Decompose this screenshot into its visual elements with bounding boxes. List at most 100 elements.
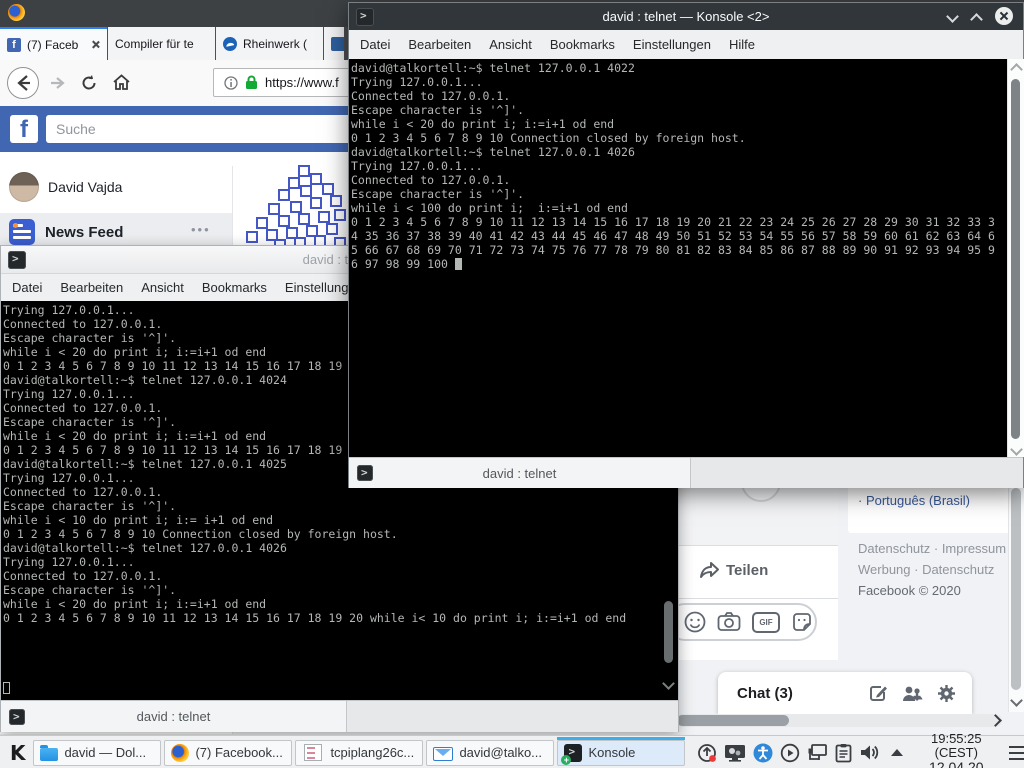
taskbar-task-document[interactable]: tcpiplang26c... (295, 740, 423, 766)
terminal-line: Connected to 127.0.0.1. (351, 173, 1007, 187)
chat-label: Chat (3) (737, 685, 869, 702)
tab-close-icon[interactable] (91, 40, 100, 49)
terminal-line: david@talkortell:~$ telnet 127.0.0.1 402… (351, 145, 1007, 159)
language-link[interactable]: · Português (Brasil) (858, 493, 970, 508)
terminal-line: Trying 127.0.0.1... (3, 555, 678, 569)
chat-settings-icon[interactable] (937, 684, 956, 703)
taskbar-task-firefox[interactable]: (7) Facebook... (164, 740, 292, 766)
network-icon[interactable] (807, 743, 828, 762)
minimize-button[interactable] (948, 12, 957, 21)
updates-icon[interactable] (697, 743, 717, 763)
profile-name[interactable]: David Vajda (48, 179, 122, 195)
menu-item-ansicht[interactable]: Ansicht (480, 37, 541, 52)
tab-label: (7) Faceb (27, 38, 85, 52)
menu-item-einstellungen[interactable]: Einstellungen (624, 37, 720, 52)
menu-item-ansicht[interactable]: Ansicht (132, 280, 193, 295)
close-button[interactable] (995, 7, 1013, 25)
window-titlebar[interactable]: david : telnet — Konsole <2> (349, 3, 1023, 30)
terminal-line: david@talkortell:~$ telnet 127.0.0.1 402… (351, 61, 1007, 75)
terminal-line: 0 1 2 3 4 5 6 7 8 9 10 Connection closed… (351, 131, 1007, 145)
forward-button[interactable] (48, 74, 66, 92)
gif-icon[interactable]: GIF (752, 612, 780, 633)
add-contact-icon[interactable] (902, 684, 923, 703)
volume-icon[interactable] (859, 743, 880, 762)
display-settings-icon[interactable] (724, 744, 746, 762)
footer-line[interactable]: Werbung · Datenschutz (858, 559, 1010, 580)
terminal-line (3, 667, 678, 681)
avatar[interactable] (9, 172, 39, 202)
terminal-line (3, 681, 678, 695)
scrollbar-thumb[interactable] (1011, 79, 1020, 439)
browser-tab-2[interactable]: Compiler für te (108, 27, 215, 60)
back-button[interactable] (6, 66, 40, 100)
firefox-icon (171, 744, 189, 762)
new-message-icon[interactable] (869, 684, 888, 703)
application-launcher-icon[interactable]: K (7, 740, 28, 766)
terminal-line: while i < 20 do print i; i:=i+1 od end (3, 597, 678, 611)
terminal-tab[interactable]: david : telnet (349, 458, 691, 488)
scroll-down-icon[interactable] (1010, 694, 1023, 707)
terminal-line: Trying 127.0.0.1... (351, 75, 1007, 89)
clock-date: 12.04.20 (913, 760, 999, 768)
menu-item-bearbeiten[interactable]: Bearbeiten (399, 37, 480, 52)
menu-item-hilfe[interactable]: Hilfe (720, 37, 764, 52)
browser-tab-1[interactable]: (7) Faceb (0, 27, 107, 60)
menu-item-bearbeiten[interactable]: Bearbeiten (51, 280, 132, 295)
terminal-tab[interactable]: david : telnet (1, 701, 347, 732)
newsfeed-label[interactable]: News Feed (45, 224, 123, 241)
sticker-icon[interactable] (791, 611, 813, 633)
browser-tab-3[interactable]: Rheinwerk ( (216, 27, 323, 60)
taskbar-task-folder[interactable]: david — Dol... (33, 740, 161, 766)
scrollbar-thumb[interactable] (1011, 488, 1021, 690)
terminal-line (3, 639, 678, 653)
accessibility-icon[interactable] (753, 743, 773, 763)
terminal-line: 4 35 36 37 38 39 40 41 42 43 44 45 46 47… (351, 229, 1007, 243)
maximize-button[interactable] (972, 15, 981, 24)
share-label[interactable]: Teilen (726, 562, 768, 579)
clipboard-icon[interactable] (835, 743, 852, 763)
menu-item-bookmarks[interactable]: Bookmarks (193, 280, 276, 295)
menu-item-bookmarks[interactable]: Bookmarks (541, 37, 624, 52)
chat-bar[interactable]: Chat (3) (718, 672, 972, 714)
scroll-up-icon[interactable] (1010, 63, 1023, 76)
system-tray (697, 743, 903, 763)
home-button[interactable] (112, 73, 131, 92)
terminal-line: Escape character is '^]'. (3, 583, 678, 597)
terminal-cursor (455, 258, 462, 270)
page-horizontal-scrollbar[interactable] (676, 714, 1002, 727)
konsole-icon: + (564, 744, 582, 762)
scroll-down-icon[interactable] (1010, 443, 1023, 456)
digital-clock[interactable]: 19:55:25 (CEST) 12.04.20 (913, 732, 999, 768)
site-info-icon[interactable] (224, 76, 238, 90)
terminal-line: 0 1 2 3 4 5 6 7 8 9 10 Connection closed… (3, 527, 678, 541)
terminal-line: Connected to 127.0.0.1. (3, 569, 678, 583)
task-label: (7) Facebook... (195, 745, 285, 760)
footer-line[interactable]: Datenschutz · Impressum (858, 538, 1010, 559)
facebook-logo[interactable] (10, 115, 38, 143)
media-player-icon[interactable] (780, 743, 800, 763)
scrollbar-thumb[interactable] (664, 601, 673, 663)
terminal-line: Escape character is '^]'. (3, 499, 678, 513)
konsole-window-foreground: david : telnet — Konsole <2> DateiBearbe… (348, 2, 1024, 488)
reload-button[interactable] (80, 74, 98, 92)
menu-item-datei[interactable]: Datei (351, 37, 399, 52)
konsole-icon (9, 709, 25, 725)
scrollbar-thumb[interactable] (677, 715, 789, 726)
taskbar-task-konsole[interactable]: +Konsole (557, 740, 685, 766)
camera-icon[interactable] (717, 611, 741, 633)
emoji-icon[interactable] (684, 611, 706, 633)
tray-expander-icon[interactable] (891, 749, 903, 756)
page-vertical-scrollbar[interactable] (1008, 488, 1024, 712)
scroll-down-icon[interactable] (662, 677, 675, 690)
taskbar-task-mail[interactable]: david@talko... (426, 740, 554, 766)
panel-menu-icon[interactable] (1009, 746, 1024, 760)
terminal[interactable]: david@talkortell:~$ telnet 127.0.0.1 402… (349, 59, 1007, 457)
tab-label: david : telnet (483, 466, 557, 481)
menu-item-datei[interactable]: Datei (3, 280, 51, 295)
browser-tab-4[interactable] (324, 27, 344, 60)
terminal-line: while i < 10 do print i; i:= i+1 od end (3, 513, 678, 527)
more-options-icon[interactable]: ••• (191, 222, 211, 237)
terminal-line (3, 625, 678, 639)
window-title: david : telnet — Konsole <2> (349, 9, 1023, 24)
terminal-scrollbar[interactable] (1007, 59, 1024, 457)
